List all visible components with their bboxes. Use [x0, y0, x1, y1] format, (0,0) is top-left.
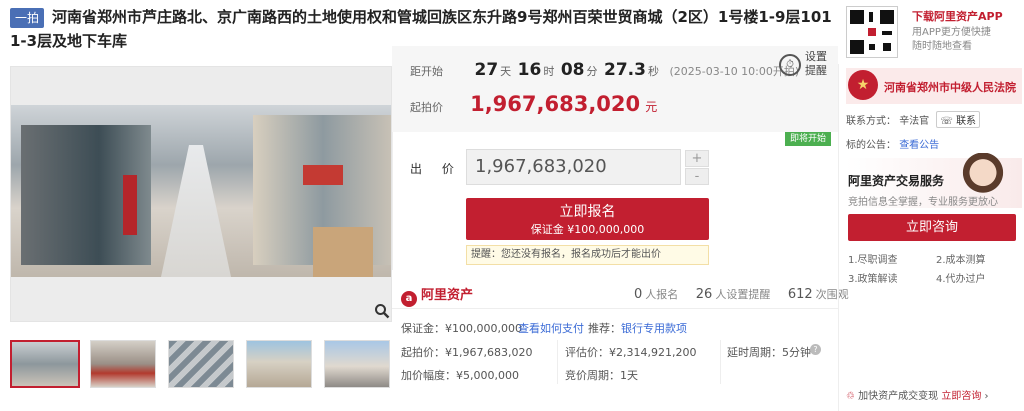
chevron-right-icon: › — [984, 391, 989, 402]
court-contact: 联系方式： 辛法官 ☏ 联系 — [846, 111, 981, 128]
deposit-info: 保证金：¥100,000,000 — [401, 322, 522, 335]
ali-assets-logo[interactable]: a 阿里资产 — [401, 284, 473, 307]
countdown-hours: 16 — [517, 60, 542, 80]
detail-start-price: 起拍价：¥1,967,683,020 — [401, 346, 533, 359]
bid-label: 出 价 — [410, 162, 462, 176]
decrease-bid-button[interactable]: - — [685, 168, 709, 185]
view-announcement-link[interactable]: 查看公告 — [899, 140, 939, 151]
main-image[interactable] — [10, 66, 392, 322]
applicant-count: 0 — [634, 287, 643, 302]
handshake-icon: ♲ — [846, 391, 855, 402]
reminder-label: 人设置提醒 — [715, 288, 771, 301]
page-title-continued: 1-3层 — [10, 32, 53, 50]
bid-amount-input[interactable]: 1,967,683,020 — [466, 149, 681, 185]
view-count: 612 — [787, 287, 813, 302]
increase-bid-button[interactable]: + — [685, 150, 709, 167]
footer-consult[interactable]: ♲ 加快资产成交变现 立即咨询 › — [846, 387, 989, 402]
app-download-title[interactable]: 下载阿里资产APP — [912, 8, 1003, 24]
auction-stats: 0 人报名 26 人设置提醒 612 次围观 — [620, 286, 849, 302]
divider — [392, 308, 838, 309]
divider — [720, 340, 721, 384]
seconds-unit: 秒 — [647, 65, 659, 78]
start-price-label: 起拍价 — [410, 101, 443, 114]
ali-logo-icon: a — [401, 291, 417, 307]
app-sub-line-1: 用APP更方便快捷 — [912, 27, 991, 38]
court-name[interactable]: 河南省郑州市中级人民法院 — [884, 79, 1016, 95]
service-item: 2.成本测算 — [936, 255, 986, 266]
countdown-days: 27 — [474, 60, 499, 80]
countdown-label: 距开始 — [410, 65, 443, 78]
apply-button-label: 立即报名 — [559, 204, 616, 220]
thumbnail-1[interactable] — [10, 340, 80, 388]
footer-consult-link[interactable]: 立即咨询 — [941, 391, 981, 402]
applicant-label: 人报名 — [645, 288, 679, 301]
app-download-sub: 用APP更方便快捷 随时随地查看 — [912, 26, 1012, 54]
contact-button-label: 联系 — [956, 116, 977, 127]
days-unit: 天 — [500, 65, 512, 78]
property-photo — [11, 105, 391, 277]
start-price-value: 1,967,683,020 — [470, 92, 641, 116]
price-panel — [392, 46, 838, 132]
alarm-clock-icon[interactable]: ⏱ — [779, 54, 801, 76]
thumbnail-5[interactable] — [324, 340, 390, 388]
how-to-pay-link[interactable]: 查看如何支付 — [518, 320, 584, 336]
consult-button[interactable]: 立即咨询 — [848, 214, 1016, 241]
bidding-cycle: 竞价周期：1天 — [565, 369, 638, 382]
service-item: 1.尽职调查 — [848, 255, 898, 266]
zoom-icon[interactable] — [374, 303, 390, 319]
service-item: 4.代办过户 — [936, 274, 986, 285]
help-icon[interactable]: ? — [810, 344, 821, 355]
minutes-unit: 分 — [586, 65, 598, 78]
service-item: 3.政策解读 — [848, 274, 898, 285]
qr-code — [846, 6, 898, 58]
service-subtitle: 竞拍信息全掌握，专业服务更放心 — [848, 197, 998, 208]
thumbnail-4[interactable] — [246, 340, 312, 388]
recommend-label: 推荐： — [588, 322, 621, 335]
ali-brand-text: 阿里资产 — [421, 288, 474, 303]
app-sub-line-2: 随时随地查看 — [912, 41, 972, 52]
set-reminder-button[interactable]: 设置提醒 — [805, 50, 829, 78]
appraisal-price: 评估价：¥2,314,921,200 — [565, 346, 697, 359]
announcement-label: 标的公告： — [846, 140, 896, 151]
start-price-unit: 元 — [645, 100, 658, 114]
extension-period: 延时周期：5分钟 — [727, 346, 811, 359]
hours-unit: 时 — [543, 65, 555, 78]
increment-amount: 加价幅度：¥5,000,000 — [401, 369, 519, 382]
auction-type-tag: 一拍 — [10, 8, 44, 28]
thumbnail-3[interactable] — [168, 340, 234, 388]
apply-deposit-label: 保证金 ¥100,000,000 — [530, 223, 645, 236]
contact-name: 辛法官 — [899, 116, 930, 127]
bid-notice: 提醒：您还没有报名，报名成功后才能出价 — [466, 245, 709, 265]
countdown: 距开始 27 天 16 时 08 分 27.3 秒 (2025-03-10 10:00开… — [410, 60, 799, 80]
countdown-minutes: 08 — [560, 60, 585, 80]
announcement: 标的公告： 查看公告 — [846, 136, 939, 151]
contact-button[interactable]: ☏ 联系 — [936, 111, 981, 128]
divider — [557, 340, 558, 384]
status-badge: 即将开始 — [785, 132, 831, 146]
thumbnail-2[interactable] — [90, 340, 156, 388]
footer-text: 加快资产成交变现 — [858, 391, 939, 402]
bank-account-link[interactable]: 银行专用款项 — [621, 320, 687, 336]
countdown-seconds: 27.3 — [604, 60, 646, 80]
contact-label: 联系方式： — [846, 116, 896, 127]
apply-button[interactable]: 立即报名 保证金 ¥100,000,000 — [466, 198, 709, 240]
service-title: 阿里资产交易服务 — [848, 174, 945, 188]
reminder-count: 26 — [695, 287, 713, 302]
court-emblem-icon: ★ — [848, 70, 878, 100]
start-price: 起拍价 1,967,683,020 元 — [410, 92, 657, 116]
